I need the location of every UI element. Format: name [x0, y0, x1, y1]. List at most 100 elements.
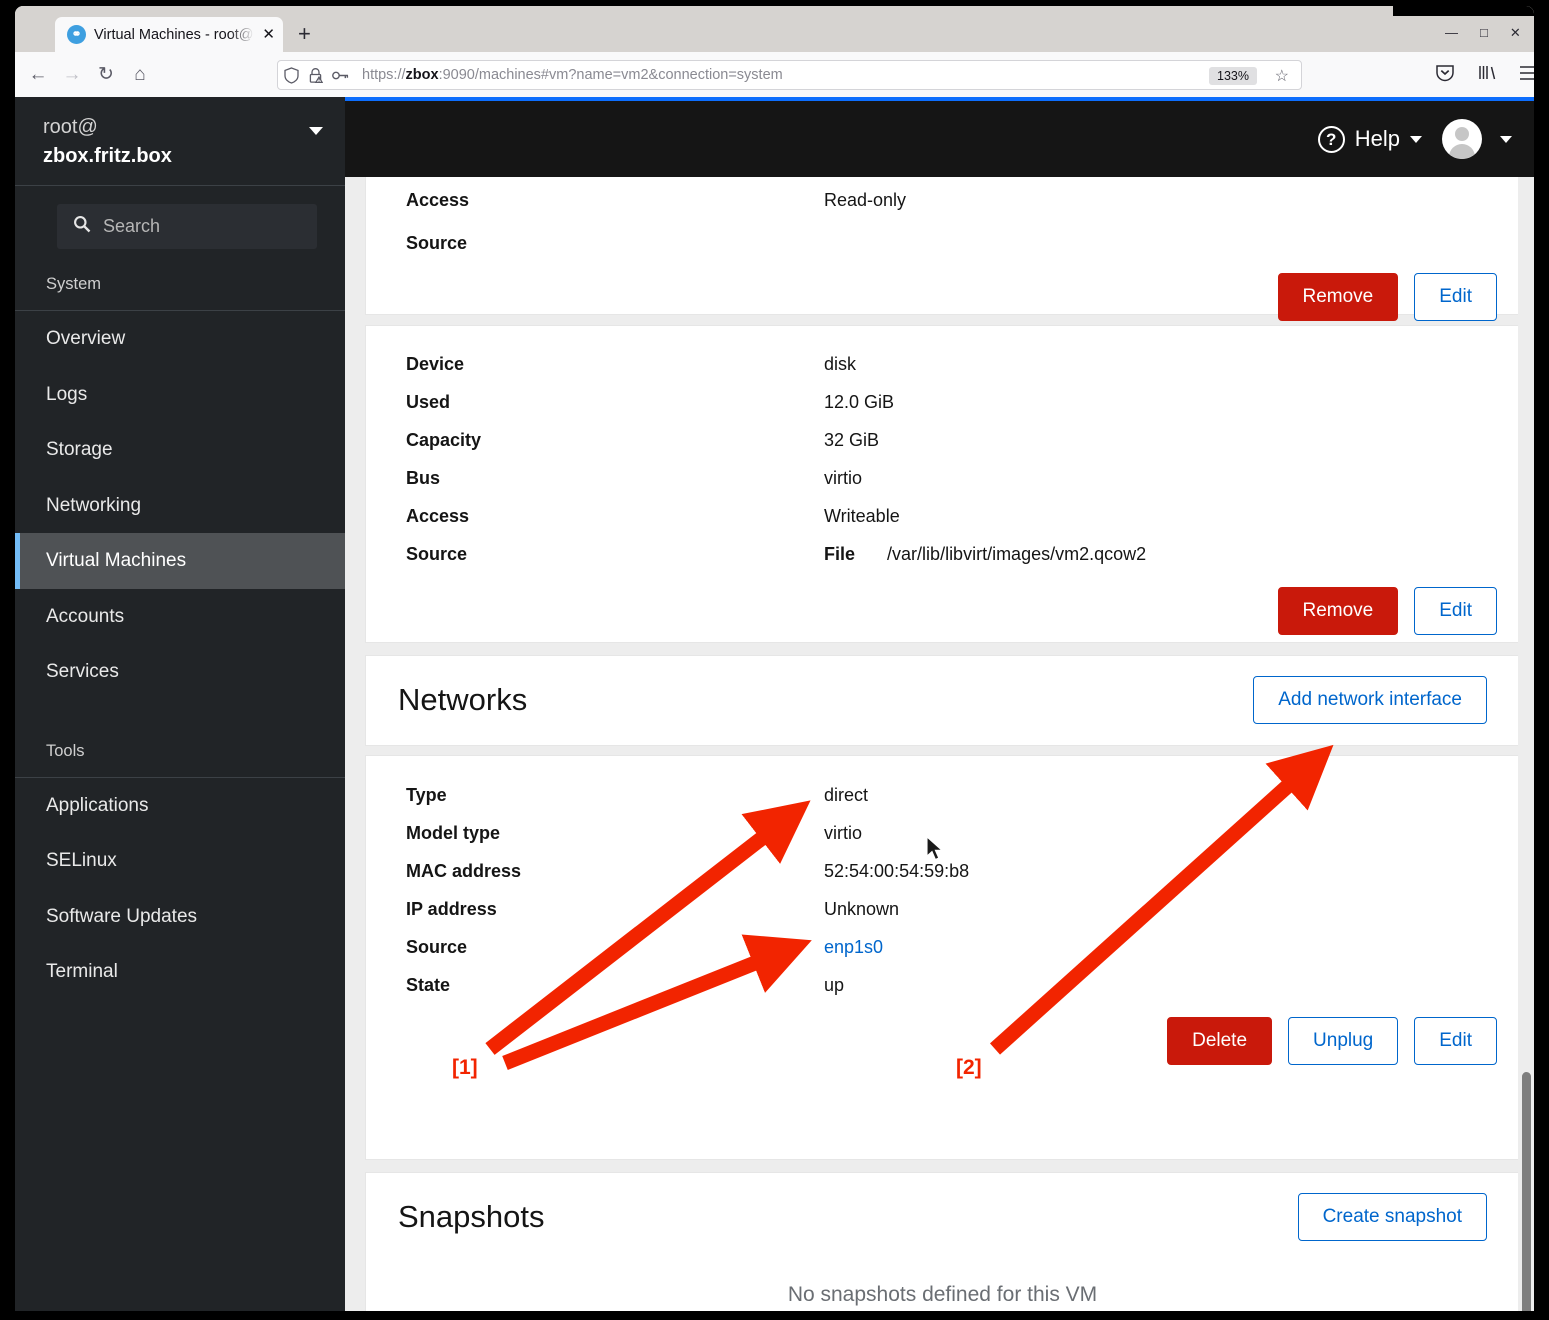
row-value: 52:54:00:54:59:b8 [824, 861, 970, 881]
delete-button[interactable]: Delete [1167, 1017, 1273, 1065]
search-box[interactable] [57, 204, 317, 249]
sidebar-item-applications[interactable]: Applications [15, 778, 345, 834]
tab-title: Virtual Machines - root@z [94, 26, 255, 43]
row-value: 32 GiB [824, 430, 880, 450]
sidebar-item-accounts[interactable]: Accounts [15, 589, 345, 645]
sidebar-item-networking[interactable]: Networking [15, 478, 345, 534]
minimize-button[interactable]: — [1445, 26, 1458, 39]
library-icon[interactable] [1477, 63, 1497, 87]
key-icon[interactable] [332, 69, 349, 82]
remove-button[interactable]: Remove [1277, 587, 1399, 635]
row-label: Type [406, 785, 447, 805]
close-icon[interactable]: ✕ [262, 27, 275, 42]
sidebar-item-services[interactable]: Services [15, 644, 345, 700]
lock-warning-icon[interactable] [308, 67, 323, 84]
unplug-button[interactable]: Unplug [1288, 1017, 1399, 1065]
browser-window: ⚭ Virtual Machines - root@z ✕ + — □ ✕ ← … [15, 6, 1534, 1311]
network-source-link[interactable]: enp1s0 [824, 937, 883, 957]
window-controls: — □ ✕ [1445, 26, 1521, 39]
url-rest: :9090/machines#vm?name=vm2&connection=sy… [438, 67, 783, 83]
create-snapshot-button[interactable]: Create snapshot [1297, 1193, 1487, 1241]
maximize-button[interactable]: □ [1480, 26, 1488, 39]
remove-button[interactable]: Remove [1277, 273, 1399, 321]
row-label: Access [406, 190, 470, 210]
edit-button[interactable]: Edit [1414, 273, 1497, 321]
source-kind-label: File [824, 544, 856, 564]
snapshots-card: Snapshots Create snapshot No snapshots d… [365, 1172, 1520, 1311]
snapshots-empty-title: No snapshots defined for this VM [787, 1282, 1098, 1306]
networks-header-card: Networks Add network interface [365, 655, 1520, 746]
sidebar-item-software-updates[interactable]: Software Updates [15, 889, 345, 945]
titlebar-black-gap [1393, 6, 1534, 16]
page-scrollbar-thumb[interactable] [1522, 1072, 1531, 1311]
sidebar-search-wrapper [15, 186, 345, 263]
back-arrow-icon[interactable]: ← [21, 59, 55, 91]
disk-card-partial: Access Read-only Source Remove Edit [365, 177, 1520, 321]
host-name: zbox.fritz.box [43, 145, 172, 167]
row-value: direct [824, 785, 869, 805]
url-bar[interactable]: https://zbox:9090/machines#vm?name=vm2&c… [277, 60, 1302, 90]
table-row-source: Source File /var/lib/libvirt/images/vm2.… [366, 525, 1519, 563]
row-label: Source [406, 233, 468, 253]
browser-tab[interactable]: ⚭ Virtual Machines - root@z ✕ [55, 17, 283, 52]
sidebar-item-virtual-machines[interactable]: Virtual Machines [15, 533, 345, 589]
row-label: Bus [406, 468, 441, 488]
shield-icon[interactable] [284, 66, 299, 84]
host-switcher[interactable]: root@ zbox.fritz.box [15, 97, 345, 186]
chevron-down-icon [1500, 135, 1512, 143]
chevron-down-icon[interactable] [309, 127, 323, 135]
disk-actions: Remove Edit [366, 563, 1519, 635]
row-label: IP address [406, 899, 497, 919]
row-value: virtio [824, 468, 863, 488]
browser-navbar: ← → ↻ ⌂ https://zbox:9090/machines#vm?na… [15, 52, 1534, 97]
hamburger-menu-icon[interactable] [1519, 65, 1534, 86]
table-row: Device disk [366, 326, 1519, 373]
screenshot-root: ⚭ Virtual Machines - root@z ✕ + — □ ✕ ← … [0, 0, 1549, 1320]
table-row: IP address Unknown [366, 880, 1519, 918]
edit-button[interactable]: Edit [1414, 587, 1497, 635]
table-row: Source enp1s0 [366, 918, 1519, 956]
cockpit-topbar: ? Help [345, 101, 1534, 177]
browser-toolbar-right [1435, 63, 1534, 87]
zoom-level-badge[interactable]: 133% [1209, 67, 1257, 85]
network-actions: Delete Unplug Edit [366, 994, 1519, 1065]
snapshots-header: Snapshots Create snapshot [366, 1173, 1519, 1261]
content-column: ? Help Access Read-only Source Remove Ed… [345, 101, 1534, 1311]
help-label: Help [1354, 126, 1400, 151]
row-label: Device [406, 354, 465, 374]
browser-tabstrip: ⚭ Virtual Machines - root@z ✕ + — □ ✕ [15, 6, 1534, 52]
row-label: Source [406, 937, 468, 957]
reload-icon[interactable]: ↻ [89, 59, 123, 91]
table-row: Source [366, 209, 1519, 252]
table-row: Capacity 32 GiB [366, 411, 1519, 449]
url-host: zbox [405, 67, 439, 83]
disk-card-full: Device disk Used 12.0 GiB Capacity 32 Gi… [365, 325, 1520, 643]
sidebar-item-logs[interactable]: Logs [15, 367, 345, 423]
new-tab-button[interactable]: + [298, 23, 311, 45]
home-icon[interactable]: ⌂ [123, 59, 157, 91]
table-row: Access Writeable [366, 487, 1519, 525]
table-row: MAC address 52:54:00:54:59:b8 [366, 842, 1519, 880]
page-scrollbar-track[interactable] [1518, 177, 1534, 1311]
star-icon[interactable]: ☆ [1275, 66, 1289, 86]
sidebar-item-overview[interactable]: Overview [15, 311, 345, 367]
edit-button[interactable]: Edit [1414, 1017, 1497, 1065]
cockpit-sidebar: root@ zbox.fritz.box System Overview Log… [15, 97, 345, 1311]
row-label: Source [406, 544, 468, 564]
row-label: Capacity [406, 430, 482, 450]
table-row: State up [366, 956, 1519, 994]
row-label: State [406, 975, 451, 995]
sidebar-item-storage[interactable]: Storage [15, 422, 345, 478]
sidebar-item-selinux[interactable]: SELinux [15, 833, 345, 889]
page-viewport: root@ zbox.fritz.box System Overview Log… [15, 97, 1534, 1311]
disk-actions: Remove Edit [366, 252, 1519, 321]
sidebar-item-terminal[interactable]: Terminal [15, 944, 345, 1000]
pocket-icon[interactable] [1435, 63, 1455, 87]
table-row: Bus virtio [366, 449, 1519, 487]
user-menu-button[interactable] [1442, 119, 1512, 159]
help-menu-button[interactable]: ? Help [1317, 125, 1422, 153]
close-window-button[interactable]: ✕ [1510, 26, 1521, 39]
add-network-interface-button[interactable]: Add network interface [1253, 676, 1487, 724]
search-input[interactable] [103, 216, 301, 237]
